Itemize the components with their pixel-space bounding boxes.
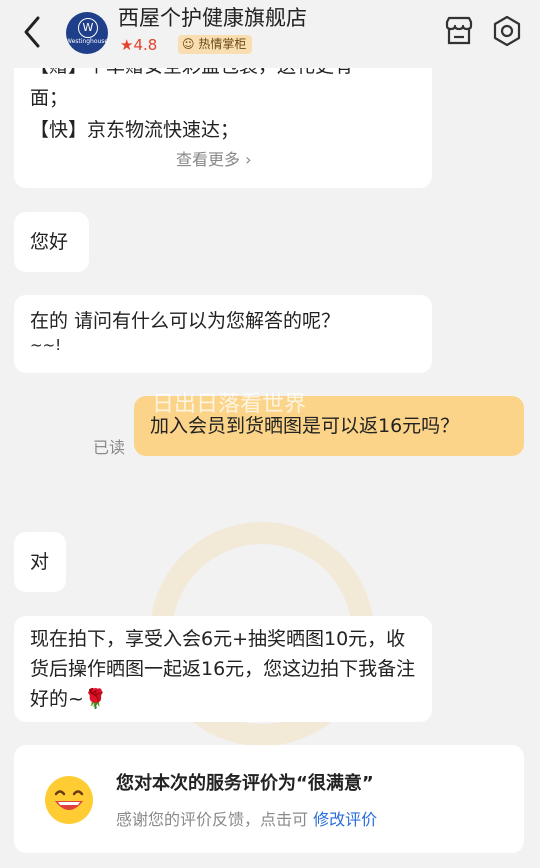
read-status: 已读 [93, 438, 126, 457]
message-confirm: 对 [14, 532, 66, 592]
settings-icon[interactable] [490, 14, 524, 48]
shop-rating: ★4.8 [120, 36, 158, 54]
message-text: 面； [30, 87, 69, 109]
message-text: ~~! [30, 336, 62, 354]
evaluation-subtitle: 感谢您的评价反馈，点击可 修改评价 [116, 810, 378, 829]
smile-icon [45, 776, 93, 824]
view-more-link[interactable]: 查看更多 › [176, 149, 252, 171]
message-greeting: 您好 [14, 212, 89, 272]
shop-logo[interactable]: W Westinghouse [66, 12, 108, 54]
chevron-right-icon: › [245, 150, 252, 169]
message-text: 【快】京东物流快速达； [30, 119, 240, 141]
logo-mark: W [78, 18, 98, 38]
back-icon[interactable] [18, 14, 48, 50]
service-evaluation-card: 您对本次的服务评价为“很满意” 感谢您的评价反馈，点击可 修改评价 [14, 745, 524, 853]
logo-text: Westinghouse [66, 38, 109, 45]
shop-badge: ☺ 热情掌柜 [178, 35, 253, 54]
modify-evaluation-link[interactable]: 修改评价 [313, 810, 377, 829]
chat-header: W Westinghouse 西屋个护健康旗舰店 ★4.8 ☺ 热情掌柜 [0, 0, 540, 68]
message-reply: 在的 请问有什么可以为您解答的呢？ ~~! [14, 295, 432, 373]
message-offer: 现在拍下，享受入会6元+抽奖晒图10元，收货后操作晒图一起返16元，您这边拍下我… [14, 616, 432, 722]
star-icon: ★ [120, 36, 134, 54]
store-icon[interactable] [442, 14, 476, 48]
watermark: 日出日落看世界 [152, 392, 307, 417]
evaluation-title: 您对本次的服务评价为“很满意” [116, 773, 374, 794]
message-text: 在的 请问有什么可以为您解答的呢？ [30, 310, 341, 332]
shop-name[interactable]: 西屋个护健康旗舰店 [118, 2, 307, 32]
